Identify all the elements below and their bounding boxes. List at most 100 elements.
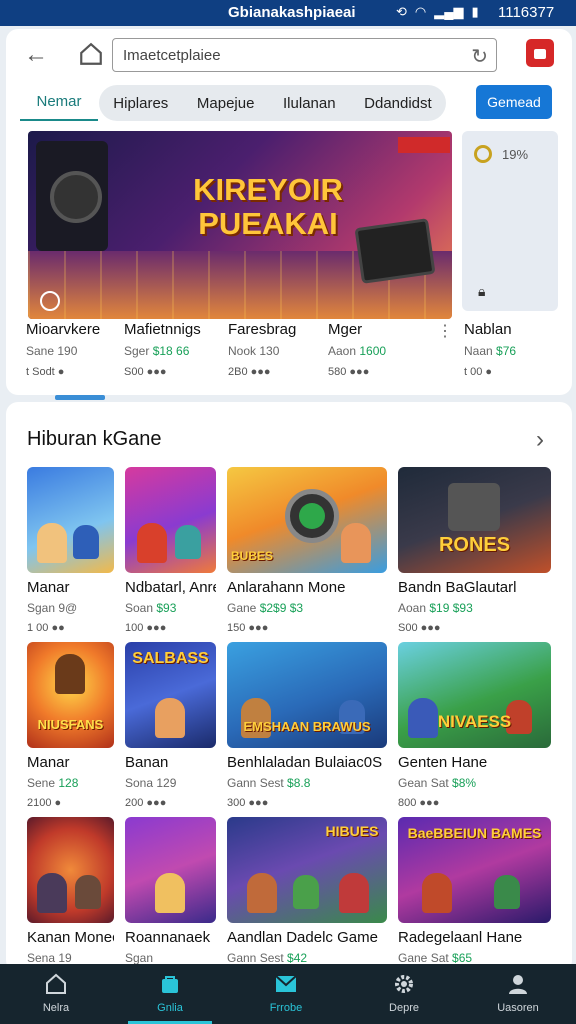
game-thumbnail: NIUSFANS bbox=[27, 642, 114, 748]
nav-item-home[interactable]: Nelra bbox=[14, 964, 98, 1024]
featured-item[interactable]: Nablan Naan $76 t 00 ● bbox=[464, 321, 564, 378]
category-tabs: Hiplares Mapejue Ilulanan Ddandidst bbox=[99, 85, 446, 121]
game-sub: Sgan 9@ bbox=[27, 601, 78, 615]
refresh-icon[interactable]: ↻ bbox=[471, 44, 488, 69]
game-name: Genten Hane bbox=[398, 754, 488, 771]
address-bar[interactable]: ↻ bbox=[112, 38, 497, 72]
game-card[interactable]: Manar Sgan 9@ 1 00 ●● bbox=[27, 467, 114, 634]
featured-item-name: Mafietnnigs bbox=[124, 321, 201, 338]
tab-hiplares[interactable]: Hiplares bbox=[113, 95, 168, 112]
featured-banner[interactable]: KIREYOIR PUEAKAI bbox=[28, 131, 452, 319]
featured-item[interactable]: Mafietnnigs Sger $18 66 S00 ●●● bbox=[124, 321, 234, 378]
game-sub: Sgan bbox=[125, 951, 154, 965]
game-thumbnail bbox=[125, 817, 216, 923]
featured-item-meta: t Sodt ● bbox=[26, 366, 65, 378]
game-sub: Sene 128 bbox=[27, 776, 79, 790]
game-thumbnail: BUBES bbox=[227, 467, 387, 573]
featured-item[interactable]: Mger Aaon 1600 580 ●●● bbox=[328, 321, 438, 378]
game-sub: Gane Sat $65 bbox=[398, 951, 473, 965]
game-name: Banan bbox=[125, 754, 169, 771]
game-card[interactable]: BaeBBEIUN BAMES Radegelaanl Hane Gane Sa… bbox=[398, 817, 551, 965]
nav-label: Frrobe bbox=[269, 1002, 303, 1014]
status-title: Gbianakashpiaeai bbox=[228, 4, 356, 21]
nav-item-settings[interactable]: Depre bbox=[362, 964, 446, 1024]
home-icon[interactable] bbox=[78, 41, 106, 69]
mail-icon bbox=[275, 975, 297, 992]
game-card[interactable]: BUBES Anlarahann Mone Gane $2$9 $3 150 ●… bbox=[227, 467, 387, 634]
tab-mapejue[interactable]: Mapejue bbox=[197, 95, 255, 112]
game-card[interactable]: Roannanaek Sgan bbox=[125, 817, 216, 965]
featured-item-name: Nablan bbox=[464, 321, 512, 338]
nav-item-profile[interactable]: Uasoren bbox=[476, 964, 560, 1024]
featured-item-sub: Nook 130 bbox=[228, 344, 280, 358]
game-name: Radegelaanl Hane bbox=[398, 929, 523, 946]
active-tab-indicator bbox=[20, 119, 98, 121]
game-card[interactable]: SALBASS Banan Sona 129 200 ●●● bbox=[125, 642, 216, 809]
more-options-icon[interactable]: ⋮ bbox=[437, 321, 453, 341]
play-icon[interactable] bbox=[40, 291, 60, 311]
game-section: Hiburan kGane › Manar Sgan 9@ 1 00 ●● Nd… bbox=[6, 402, 572, 972]
nav-label: Nelra bbox=[42, 1002, 70, 1014]
user-icon bbox=[509, 975, 527, 994]
featured-item-sub: Sger $18 66 bbox=[124, 344, 190, 358]
featured-item-sub: Naan $76 bbox=[464, 344, 517, 358]
game-name: Anlarahann Mone bbox=[227, 579, 346, 596]
game-thumbnail bbox=[27, 467, 114, 573]
download-button[interactable]: Gemead bbox=[476, 85, 552, 119]
tab-ddandidst[interactable]: Ddandidst bbox=[364, 95, 432, 112]
featured-item-meta: 2B0 ●●● bbox=[228, 366, 271, 378]
game-card[interactable]: HIBUES Aandlan Dadelc Game Gann Sest $42 bbox=[227, 817, 387, 965]
store-icon[interactable] bbox=[526, 39, 554, 67]
game-sub: Gane $2$9 $3 bbox=[227, 601, 304, 615]
nav-item-games[interactable]: Gnlia bbox=[128, 964, 212, 1024]
game-sub: Sona 129 bbox=[125, 776, 177, 790]
game-thumbnail bbox=[125, 467, 216, 573]
game-thumbnail: RONES bbox=[398, 467, 551, 573]
game-sub: Gann Sest $42 bbox=[227, 951, 308, 965]
game-card[interactable]: NIUSFANS Manar Sene 128 2100 ● bbox=[27, 642, 114, 809]
store-bag-icon bbox=[162, 976, 178, 993]
status-bar: Gbianakashpiaeai ⟲ ◠ ▂▄▆ ▮ 1116377 bbox=[0, 0, 576, 26]
home-icon bbox=[46, 973, 66, 994]
side-promo-card[interactable]: 19% 🔒︎ bbox=[462, 131, 558, 311]
sync-icon: ⟲ bbox=[396, 4, 407, 19]
featured-item-meta: t 00 ● bbox=[464, 366, 493, 378]
game-name: Benhlaladan Bulaiac0S bbox=[227, 754, 383, 771]
game-thumbnail: HIBUES bbox=[227, 817, 387, 923]
game-thumbnail bbox=[27, 817, 114, 923]
featured-item[interactable]: Mioarvkere Sane 190 t Sodt ● bbox=[26, 321, 136, 378]
wifi-icon: ◠ bbox=[414, 4, 427, 19]
featured-item-sub: Aaon 1600 bbox=[328, 344, 387, 358]
game-sub: Gean Sat $8% bbox=[398, 776, 477, 790]
game-name: Aandlan Dadelc Game bbox=[227, 929, 378, 946]
game-card[interactable]: Ndbatarl, Anre Soan $93 100 ●●● bbox=[125, 467, 216, 634]
featured-card: ← ↻ Nemar Hiplares Mapejue Ilulanan Ddan… bbox=[6, 29, 572, 395]
game-sub: Sena 19 bbox=[27, 951, 72, 965]
game-card[interactable]: RONES Bandn BaGlautarl Aoan $19 $93 S00 … bbox=[398, 467, 551, 634]
status-time: 1116377 bbox=[498, 4, 555, 21]
game-card[interactable]: Kanan Monecbody Sena 19 bbox=[27, 817, 114, 965]
back-arrow-icon[interactable]: ← bbox=[24, 41, 52, 69]
game-card[interactable]: EMSHAAN BRAWUS Benhlaladan Bulaiac0S Gan… bbox=[227, 642, 387, 809]
game-card[interactable]: NIVAESS Genten Hane Gean Sat $8% 800 ●●● bbox=[398, 642, 551, 809]
nav-item-inbox[interactable]: Frrobe bbox=[244, 964, 328, 1024]
game-meta: 200 ●●● bbox=[125, 797, 167, 809]
bottom-nav: Nelra Gnlia Frrobe Depre Uasoren bbox=[0, 964, 576, 1024]
lock-icon: 🔒︎ bbox=[478, 283, 486, 299]
search-input[interactable] bbox=[113, 39, 453, 71]
game-name: Kanan Monecbody bbox=[27, 929, 114, 946]
tab-ilulanan[interactable]: Ilulanan bbox=[283, 95, 336, 112]
side-card-rating: 19% bbox=[502, 147, 529, 162]
featured-item[interactable]: Faresbrag Nook 130 2B0 ●●● bbox=[228, 321, 338, 378]
chevron-right-icon[interactable]: › bbox=[536, 426, 544, 454]
banner-tablet-art bbox=[354, 218, 436, 284]
game-thumbnail: EMSHAAN BRAWUS bbox=[227, 642, 387, 748]
game-meta: 100 ●●● bbox=[125, 622, 167, 634]
gear-icon bbox=[395, 975, 413, 993]
nav-label: Depre bbox=[389, 1002, 419, 1014]
game-sub: Aoan $19 $93 bbox=[398, 601, 473, 615]
section-title: Hiburan kGane bbox=[27, 428, 162, 450]
game-name: Manar bbox=[27, 754, 70, 771]
banner-speaker-art bbox=[36, 141, 108, 251]
game-meta: 2100 ● bbox=[27, 797, 62, 809]
